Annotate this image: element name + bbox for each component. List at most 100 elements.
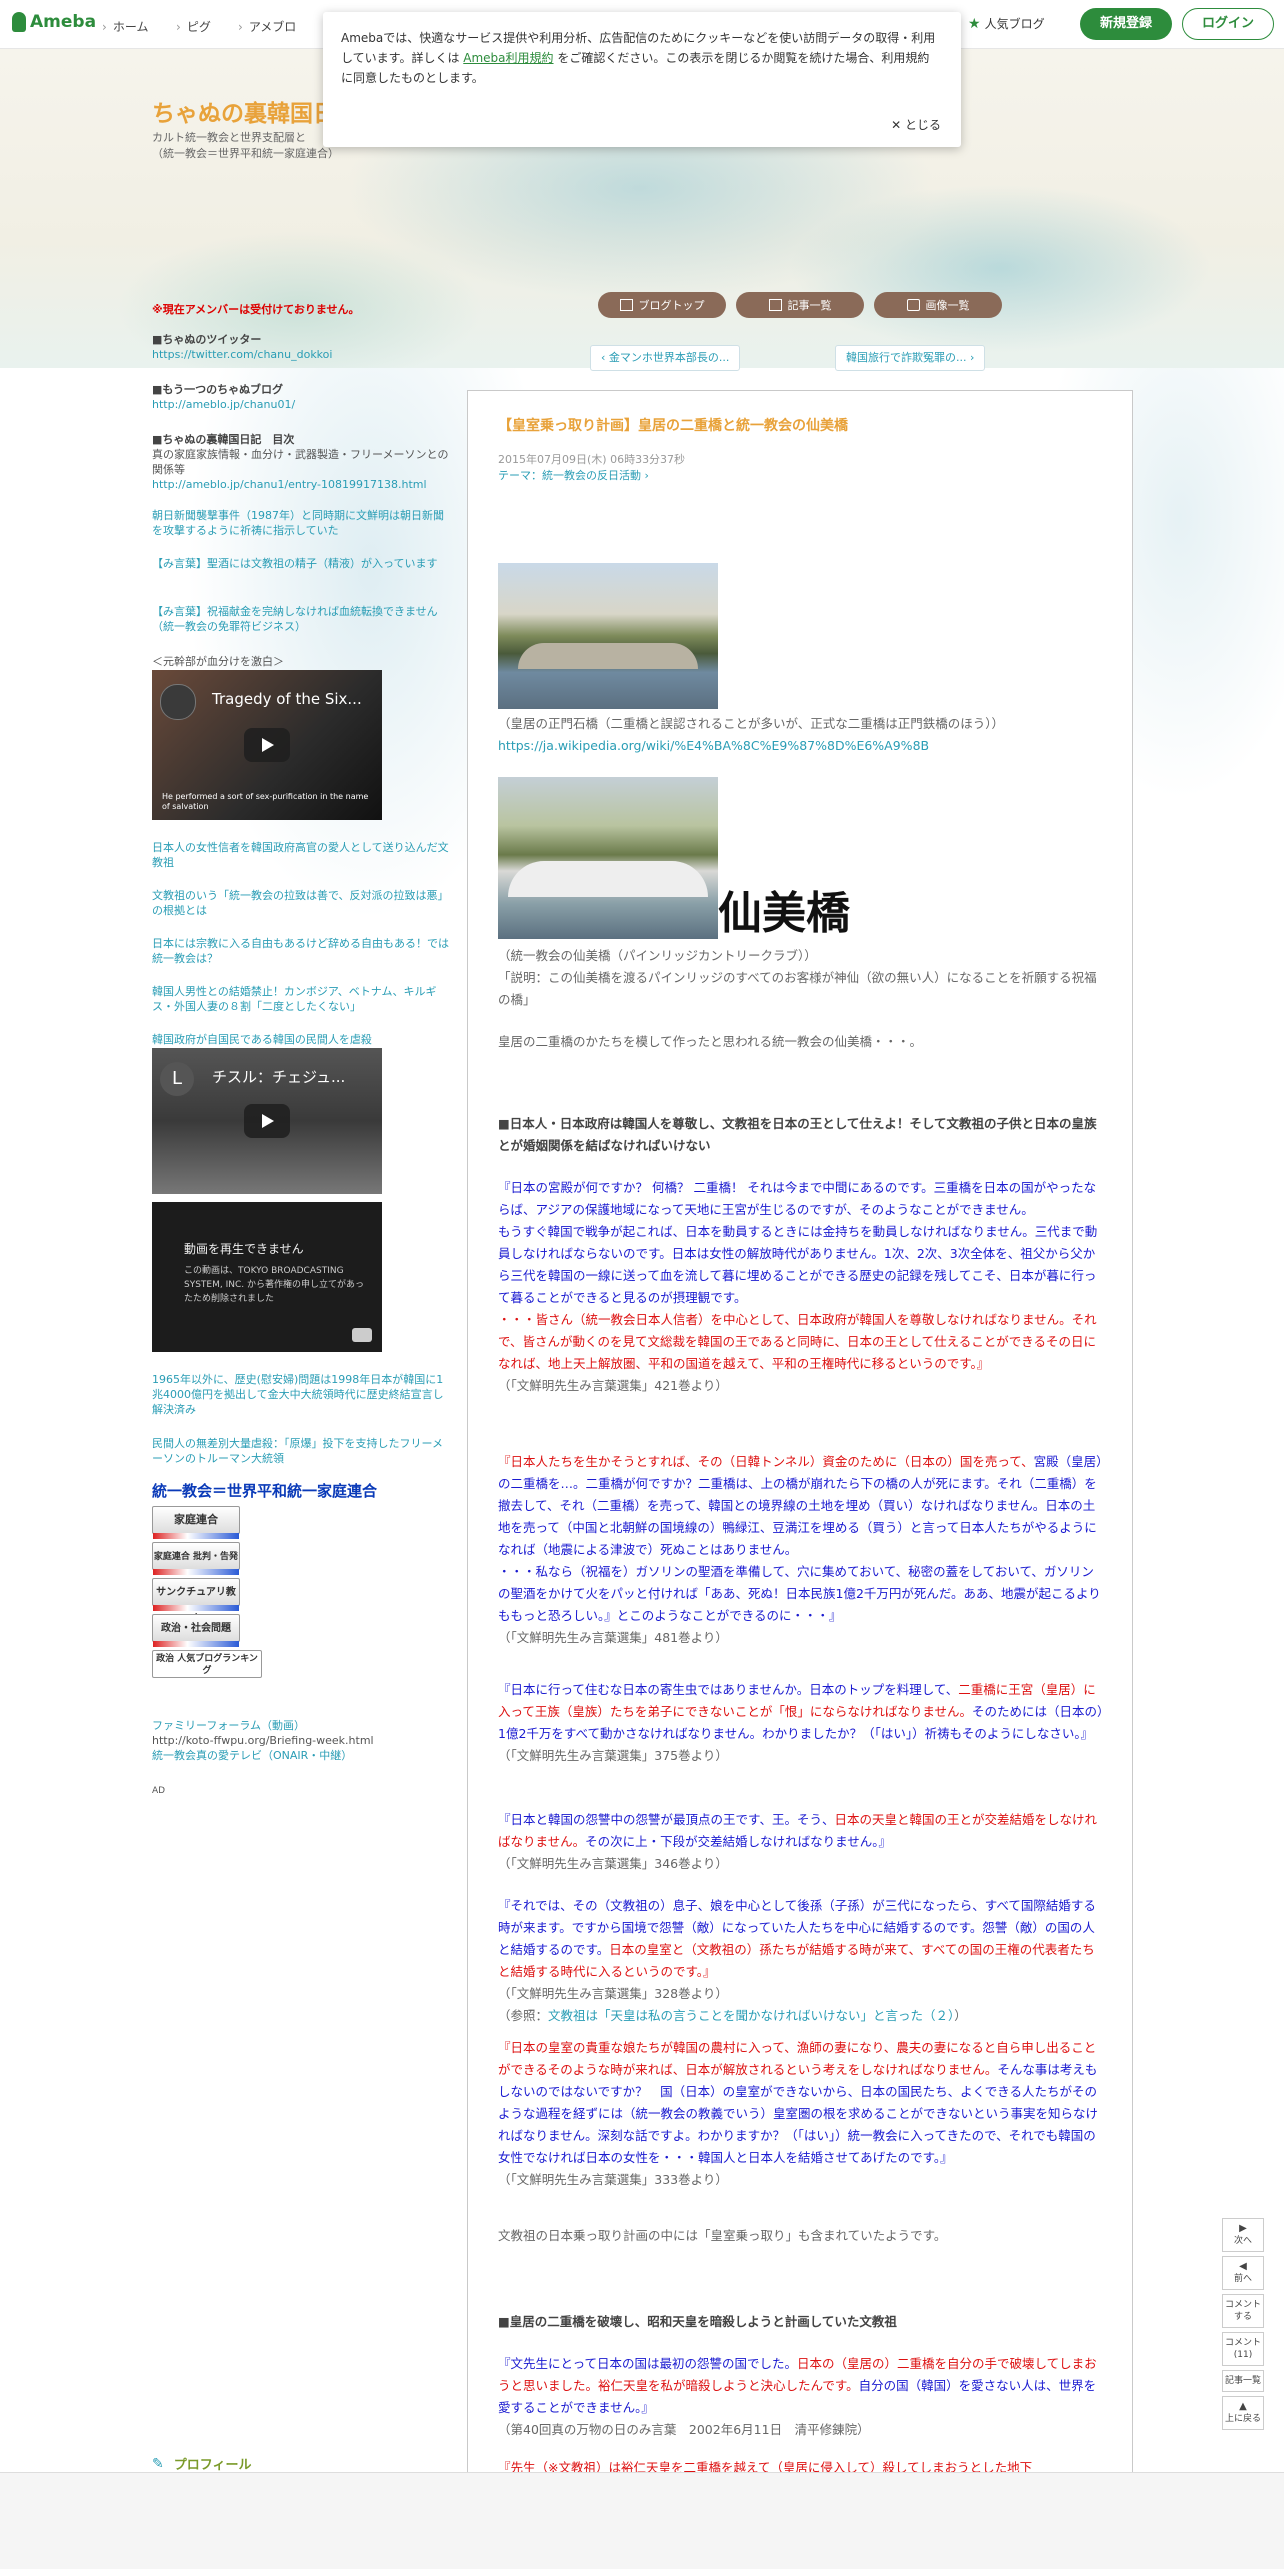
index-link[interactable]: http://ameblo.jp/chanu1/entry-1081991713… (152, 478, 427, 491)
article-title[interactable]: 【皇室乗っ取り計画】皇居の二重橋と統一教会の仙美橋 (498, 415, 848, 435)
ad-label: AD (152, 1786, 166, 1796)
sidebar-link-rachi[interactable]: 文教祖のいう「統一教会の拉致は善で、反対派の拉致は悪」の根拠とは (152, 888, 452, 918)
wikipedia-link[interactable]: https://ja.wikipedia.org/wiki/%E4%BA%8C%… (498, 735, 1104, 757)
sidebar-link-asahi[interactable]: 朝日新聞襲撃事件（1987年）と同時期に文鮮明は朝日新聞を攻撃するように祈祷に指… (152, 508, 452, 538)
login-button[interactable]: ログイン (1182, 8, 1274, 40)
forum-url: http://koto-ffwpu.org/Briefing-week.html (152, 1734, 374, 1747)
float-comment-count[interactable]: コメント(11) (1222, 2332, 1264, 2366)
next-entry-link[interactable]: 韓国旅行で詐欺冤罪の... › (835, 345, 986, 371)
play-icon[interactable] (244, 728, 290, 762)
sidebar-video-heading: ＜元幹部が血分けを激白＞ (152, 655, 284, 668)
cookie-consent-dialog: Amebaでは、快適なサービス提供や利用分析、広告配信のためにクッキーなどを使い… (323, 12, 961, 147)
sidebar-link-tv[interactable]: 統一教会真の愛テレビ（ONAIR・中継） (152, 1748, 452, 1763)
sidebar-link-gyakusatsu[interactable]: 韓国政府が自国民である韓国の民間人を虐殺 (152, 1032, 452, 1047)
blog-description: カルト統一教会と世界支配層と （統一教会＝世界平和統一家庭連合） (152, 131, 339, 160)
triangle-left-icon: ◀ (1239, 2261, 1247, 2272)
nav-ameblo[interactable]: › アメブロ (238, 18, 296, 35)
quote-3: 『日本に行って住むな日本の寄生虫ではありませんか。日本のトップを料理して、二重橋… (498, 1682, 1104, 1763)
channel-avatar (160, 684, 196, 720)
home-icon (619, 299, 633, 311)
article-date: 2015年07月09日(木) 06時33分37秒 (498, 453, 686, 466)
terms-link[interactable]: Ameba利用規約 (463, 51, 553, 65)
paragraph-intro: 皇居の二重橋のかたちを模して作ったと思われる統一教会の仙美橋・・・。 (498, 1034, 923, 1049)
bottom-bar (0, 2472, 1284, 2569)
paragraph-note: 文教祖の日本乗っ取り計画の中には「皇室乗っ取り」も含まれていたようです。 (498, 2228, 947, 2243)
triangle-right-icon: ▶ (1239, 2223, 1247, 2234)
section-heading-2: ■皇居の二重橋を破壊し、昭和天皇を暗殺しようと計画していた文教祖 (498, 2314, 897, 2329)
caption-senbikyo-desc: 「説明：この仙美橋を渡るパインリッジのすべてのお客様が神仙（欲の無い人）になるこ… (498, 970, 1097, 1007)
quote-5: 『それでは、その（文教祖の）息子、娘を中心として後孫（子孫）が三代になったら、す… (498, 1898, 1096, 2023)
ranking-banner-seiji[interactable]: 政治・社会問題 (152, 1614, 240, 1647)
photo-senbikyo[interactable] (498, 777, 718, 939)
nav-home[interactable]: › ホーム (102, 18, 148, 35)
sidebar-link-kekkon[interactable]: 韓国人男性との結婚禁止！カンボジア、ベトナム、キルギス・外国人妻の８割「二度とし… (152, 984, 452, 1014)
profile-heading: ✎ プロフィール (152, 2455, 252, 2474)
calligraphy-senbikyo: 仙美橋 (718, 888, 850, 939)
cookie-text: Amebaでは、快適なサービス提供や利用分析、広告配信のためにクッキーなどを使い… (341, 31, 936, 85)
sidebar-link-forum[interactable]: ファミリーフォーラム（動画） (152, 1718, 452, 1733)
sidebar-twitter: ■ちゃぬのツイッター https://twitter.com/chanu_dok… (152, 333, 333, 361)
sidebar-link-kenkin[interactable]: 【み言葉】祝福献金を完納しなければ血統転換できません（統一教会の免罪符ビジネス） (152, 604, 452, 634)
popular-blogs-link[interactable]: ★ 人気ブログ (968, 15, 1045, 32)
ranking-banner-katei[interactable]: 家庭連合 (152, 1506, 240, 1539)
video-tragedy[interactable]: Tragedy of the Six... He performed a sor… (152, 670, 382, 820)
triangle-up-icon: ▲ (1239, 2401, 1247, 2412)
youtube-icon (352, 1328, 372, 1342)
sidebar-link-jiyuu[interactable]: 日本には宗教に入る自由もあるけど辞める自由もある！では統一教会は？ (152, 936, 452, 966)
reference-link[interactable]: 文教祖は「天皇は私の言うことを聞かなければいけない」と言った（２） (548, 2008, 954, 2023)
float-prev-button[interactable]: ◀ 前へ (1222, 2256, 1264, 2290)
article-theme[interactable]: テーマ：統一教会の反日活動 › (498, 467, 649, 483)
play-icon[interactable] (244, 1104, 290, 1138)
list-icon (768, 299, 782, 311)
cookie-close-button[interactable]: ✕ とじる (891, 116, 941, 133)
float-next-button[interactable]: ▶ 次へ (1222, 2218, 1264, 2252)
sidebar-index: ■ちゃぬの裏韓国日記 目次 真の家庭家族情報・血分け・武器製造・フリーメーソンと… (152, 433, 449, 491)
white-bridge (508, 861, 708, 897)
ranking-banner-blogranking[interactable]: 政治 人気ブログランキング (152, 1650, 262, 1678)
stone-bridge (518, 643, 698, 669)
quote-4: 『日本と韓国の怨讐中の怨讐が最頂点の王です、王。そう、日本の天皇と韓国の王とが交… (498, 1812, 1098, 1871)
chevron-left-icon: ‹ (601, 351, 609, 364)
sidebar-other-blog: ■もう一つのちゃぬブログ http://ameblo.jp/chanu01/ (152, 383, 296, 411)
photo-nijubashi-stone[interactable] (498, 563, 718, 709)
video-jeju[interactable]: L チスル：チェジュ... (152, 1048, 382, 1194)
quote-6: 『日本の皇室の貴重な娘たちが韓国の農村に入って、漁師の妻になり、農夫の妻になると… (498, 2040, 1099, 2187)
float-list-button[interactable]: 記事一覧 (1222, 2370, 1264, 2392)
sidebar-link-ianfu[interactable]: 1965年以外に、歴史(慰安婦)問題は1998年日本が韓国に1兆4000億円を拠… (152, 1372, 452, 1417)
ranking-banner-hihan[interactable]: 家庭連合 批判・告発 (152, 1542, 240, 1575)
channel-avatar: L (160, 1062, 194, 1096)
ameba-logo[interactable]: Ameba (12, 12, 96, 32)
caption-nijubashi: （皇居の正門石橋（二重橋と誤認されることが多いが、正式な二重橋は正門鉄橋のほう）… (498, 716, 1005, 731)
float-comment-button[interactable]: コメントする (1222, 2294, 1264, 2328)
chevron-right-icon: › (641, 469, 649, 482)
sidebar-link-aijin[interactable]: 日本人の女性信者を韓国政府高官の愛人として送り込んだ文教祖 (152, 840, 452, 870)
close-icon: ✕ (891, 118, 905, 132)
ranking-banner-sanctuary[interactable]: サンクチュアリ教会 (152, 1578, 240, 1625)
camera-icon (906, 299, 920, 311)
ranking-heading: 統一教会＝世界平和統一家庭連合 (152, 1482, 378, 1500)
tab-entry-list[interactable]: 記事一覧 (736, 292, 864, 318)
floating-nav: ▶ 次へ ◀ 前へ コメントする コメント(11) 記事一覧 ▲ 上に戻る (1222, 2218, 1264, 2434)
amember-notice: ※現在アメンバーは受付けておりません。 (152, 303, 360, 316)
video-unavailable: 動画を再生できません この動画は、TOKYO BROADCASTING SYST… (152, 1202, 382, 1352)
sidebar-link-seishu[interactable]: 【み言葉】聖酒には文教祖の精子（精液）が入っています (152, 556, 452, 571)
sidebar-link-genbaku[interactable]: 民間人の無差別大量虐殺：「原爆」投下を支持したフリーメーソンのトルーマン大統領 (152, 1436, 452, 1466)
nav-pigg[interactable]: › ピグ (176, 18, 211, 35)
section-heading-1: ■日本人・日本政府は韓国人を尊敬し、文教祖を日本の王として仕えよ！そして文教祖の… (498, 1116, 1097, 1153)
quote-1: 『日本の宮殿が何ですか？ 何橋？ 二重橋！ それは今まで中間にあるのです。三重橋… (498, 1180, 1098, 1393)
tab-blog-top[interactable]: ブログトップ (598, 292, 726, 318)
caption-senbikyo: （統一教会の仙美橋（パインリッジカントリークラブ）） (498, 948, 817, 963)
profile-icon: ✎ (152, 2455, 164, 2472)
other-blog-link[interactable]: http://ameblo.jp/chanu01/ (152, 398, 295, 411)
article: 【皇室乗っ取り計画】皇居の二重橋と統一教会の仙美橋 2015年07月09日(木)… (467, 390, 1133, 2569)
float-top-button[interactable]: ▲ 上に戻る (1222, 2396, 1264, 2430)
tab-image-list[interactable]: 画像一覧 (874, 292, 1002, 318)
quote-2: 『日本人たちを生かそうとすれば、その（日韓トンネル）資金のために（日本の）国を売… (498, 1454, 1103, 1645)
quote-7: 『文先生にとって日本の国は最初の怨讐の国でした。日本の（皇居の）二重橋を自分の手… (498, 2356, 1097, 2437)
ameba-logo-icon (12, 12, 26, 32)
twitter-link[interactable]: https://twitter.com/chanu_dokkoi (152, 348, 332, 361)
signup-button[interactable]: 新規登録 (1080, 8, 1172, 40)
crown-icon: ★ (968, 15, 981, 32)
prev-entry-link[interactable]: ‹ 金マンホ世界本部長の... (590, 345, 741, 371)
chevron-right-icon: › (966, 351, 975, 364)
